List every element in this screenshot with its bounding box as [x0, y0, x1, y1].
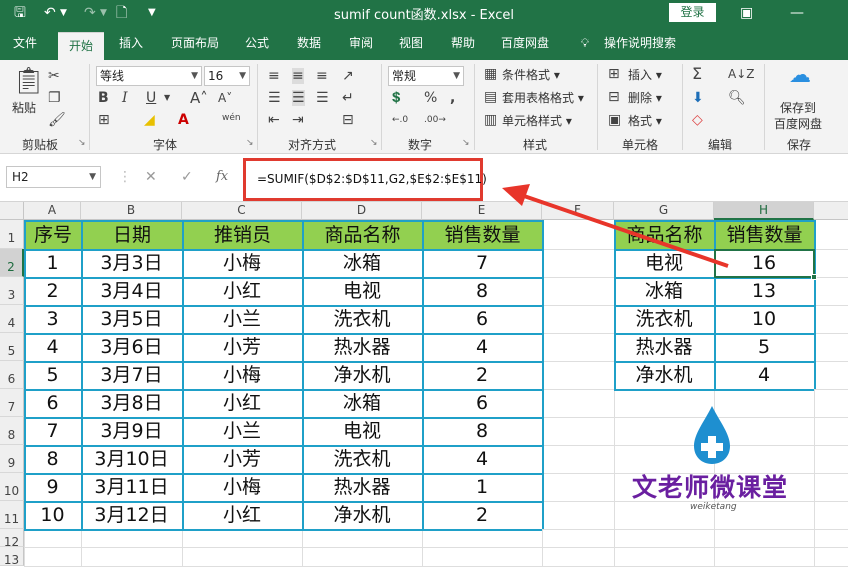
watermark-brand: 文老师微课堂 [632, 473, 789, 502]
droplet-logo-icon [694, 406, 730, 464]
arrow-head [502, 184, 530, 206]
gridline [24, 566, 848, 567]
arrow-line [523, 194, 729, 268]
watermark-subtitle: weiketang [690, 502, 737, 512]
